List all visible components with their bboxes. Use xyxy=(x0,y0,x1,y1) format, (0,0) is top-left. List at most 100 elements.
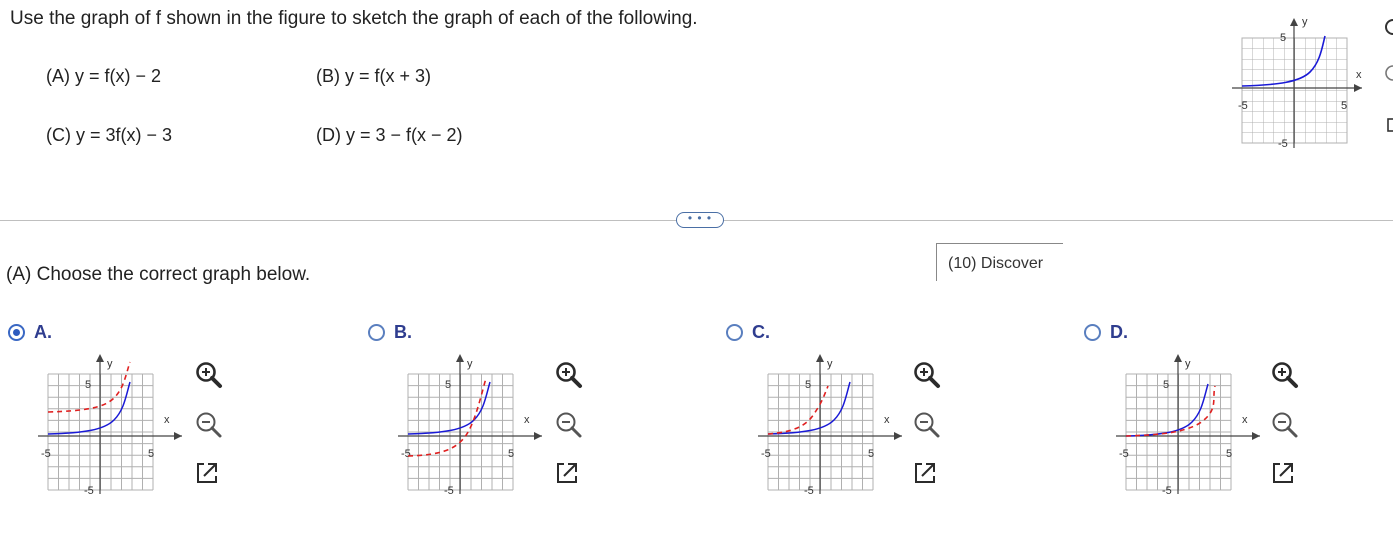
reference-tick-x-neg: -5 xyxy=(1238,100,1248,112)
part-d-text: (D) y = 3 − f(x − 2) xyxy=(316,125,463,145)
x-axis-arrow xyxy=(1252,432,1260,440)
zoom-in-icon[interactable] xyxy=(556,362,582,388)
x-axis-label: x xyxy=(884,414,890,426)
tick-x-pos: 5 xyxy=(508,448,514,460)
y-axis-label: y xyxy=(827,358,833,370)
open-new-window-icon[interactable] xyxy=(557,463,577,483)
zoom-in-icon[interactable] xyxy=(1272,362,1298,388)
option-c-tools-svg xyxy=(914,362,940,483)
open-new-window-icon[interactable] xyxy=(197,463,217,483)
y-axis-label: y xyxy=(1185,358,1191,370)
zoom-in-handle xyxy=(1286,376,1298,388)
discover-button[interactable]: (10) Discover xyxy=(936,243,1063,281)
option-a-radio[interactable] xyxy=(8,324,25,341)
tick-y-neg: -5 xyxy=(84,485,94,497)
option-c-graph-svg: y x 5 -5 5 -5 xyxy=(758,354,902,497)
x-axis-label: x xyxy=(524,414,530,426)
option-d-radio[interactable] xyxy=(1084,324,1101,341)
window-arrow-line xyxy=(921,464,934,477)
zoom-in-icon[interactable] xyxy=(914,362,940,388)
reference-y-arrow xyxy=(1290,18,1298,26)
tick-y-neg: -5 xyxy=(804,485,814,497)
tick-y-pos: 5 xyxy=(445,379,451,391)
tick-x-neg: -5 xyxy=(761,448,771,460)
option-b-tools-svg xyxy=(556,362,582,483)
tick-x-neg: -5 xyxy=(41,448,51,460)
x-axis-label: x xyxy=(164,414,170,426)
option-c-graph[interactable]: y x 5 -5 5 -5 xyxy=(754,350,904,505)
reference-graph-svg: y x 5 -5 5 -5 xyxy=(1232,16,1362,150)
tick-x-neg: -5 xyxy=(1119,448,1129,460)
option-c-radio[interactable] xyxy=(726,324,743,341)
tick-x-pos: 5 xyxy=(148,448,154,460)
f-curve xyxy=(1125,383,1209,437)
x-axis-label: x xyxy=(1242,414,1248,426)
open-new-window-icon[interactable] xyxy=(1273,463,1293,483)
print-icon[interactable] xyxy=(1383,116,1393,134)
zoom-in-handle xyxy=(210,376,222,388)
option-b-graph[interactable]: y x 5 -5 5 -5 xyxy=(394,350,544,505)
zoom-in-handle xyxy=(570,376,582,388)
option-b-label[interactable]: B. xyxy=(394,322,412,343)
zoom-out-handle xyxy=(570,426,582,438)
zoom-out-icon[interactable] xyxy=(1272,412,1298,438)
x-axis-arrow xyxy=(534,432,542,440)
option-d-graph-svg: y x 5 -5 5 -5 xyxy=(1116,354,1260,497)
window-arrow-line xyxy=(563,464,576,477)
x-axis-arrow xyxy=(894,432,902,440)
zoom-out-handle xyxy=(1286,426,1298,438)
part-c-text: (C) y = 3f(x) − 3 xyxy=(46,125,173,145)
help-icon[interactable] xyxy=(1383,64,1393,82)
refresh-icon[interactable] xyxy=(1383,18,1393,36)
x-axis-arrow xyxy=(174,432,182,440)
tick-y-pos: 5 xyxy=(85,379,91,391)
part-b-text: (B) y = f(x + 3) xyxy=(316,66,432,86)
option-d-label[interactable]: D. xyxy=(1110,322,1128,343)
option-d-graph[interactable]: y x 5 -5 5 -5 xyxy=(1112,350,1262,505)
option-a-label[interactable]: A. xyxy=(34,322,52,343)
tick-y-neg: -5 xyxy=(444,485,454,497)
option-a-graph[interactable]: y x 5 -5 5 -5 xyxy=(34,350,184,505)
tick-x-pos: 5 xyxy=(868,448,874,460)
reference-x-arrow xyxy=(1354,84,1362,92)
option-a-tools xyxy=(192,358,224,493)
y-axis-arrow xyxy=(1174,354,1182,362)
part-a-text: (A) y = f(x) − 2 xyxy=(46,66,162,86)
option-b-radio[interactable] xyxy=(368,324,385,341)
reference-tick-y-neg: -5 xyxy=(1278,138,1288,150)
tick-y-pos: 5 xyxy=(805,379,811,391)
question-text: Use the graph of f shown in the figure t… xyxy=(10,8,698,29)
tick-y-neg: -5 xyxy=(1162,485,1172,497)
y-axis-arrow xyxy=(456,354,464,362)
option-c-label[interactable]: C. xyxy=(752,322,770,343)
reference-y-label: y xyxy=(1302,16,1308,28)
tick-x-pos: 5 xyxy=(1226,448,1232,460)
reference-tick-y-pos: 5 xyxy=(1280,32,1286,44)
zoom-out-icon[interactable] xyxy=(196,412,222,438)
zoom-in-handle xyxy=(928,376,940,388)
option-b-tools xyxy=(552,358,584,493)
option-a-graph-svg: y x 5 -5 5 -5 xyxy=(38,354,182,497)
reference-graph: y x 5 -5 5 -5 xyxy=(1228,12,1368,157)
tick-y-pos: 5 xyxy=(1163,379,1169,391)
option-d-tools-svg xyxy=(1272,362,1298,483)
zoom-out-handle xyxy=(928,426,940,438)
y-axis-label: y xyxy=(107,358,113,370)
transformed-curve xyxy=(767,385,829,435)
zoom-in-icon[interactable] xyxy=(196,362,222,388)
answer-prompt: (A) Choose the correct graph below. xyxy=(6,264,311,285)
y-axis-arrow xyxy=(816,354,824,362)
tick-x-neg: -5 xyxy=(401,448,411,460)
y-axis-arrow xyxy=(96,354,104,362)
open-new-window-icon[interactable] xyxy=(915,463,935,483)
option-d-tools xyxy=(1268,358,1300,493)
window-arrow-line xyxy=(203,464,216,477)
zoom-out-icon[interactable] xyxy=(556,412,582,438)
zoom-out-handle xyxy=(210,426,222,438)
zoom-out-icon[interactable] xyxy=(914,412,940,438)
y-axis-label: y xyxy=(467,358,473,370)
reference-x-label: x xyxy=(1356,69,1362,81)
window-arrow-line xyxy=(1279,464,1292,477)
reference-tick-x-pos: 5 xyxy=(1341,100,1347,112)
more-button[interactable]: • • • xyxy=(676,212,724,228)
